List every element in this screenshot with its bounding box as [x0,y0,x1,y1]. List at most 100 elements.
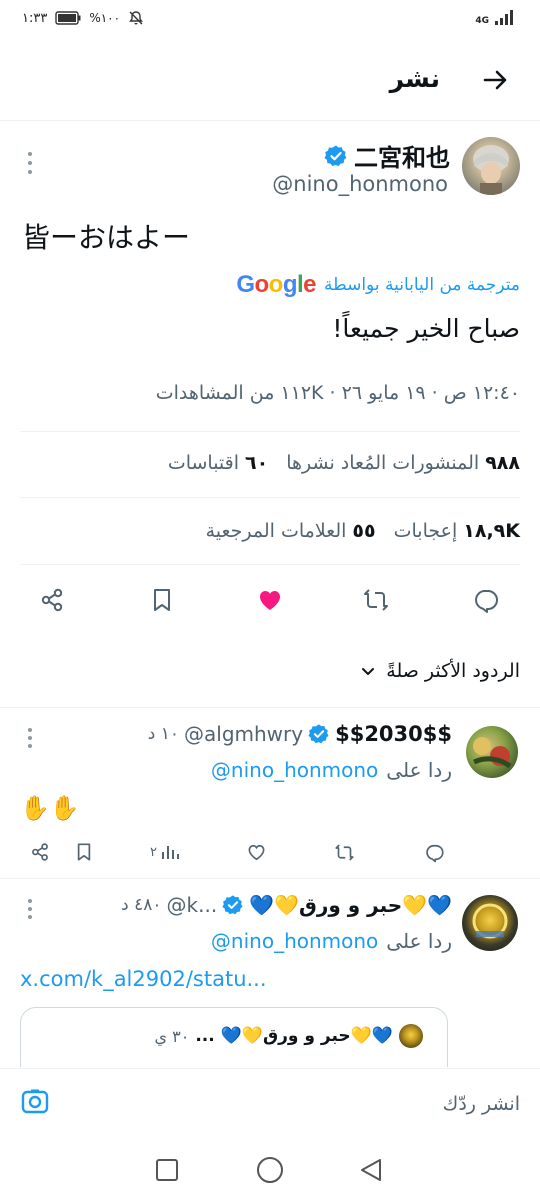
more-vertical-icon [28,728,32,748]
reply-header: $$2030$$ @algmhwry ١٠ د [148,722,452,746]
heart-icon [248,844,265,861]
reply-repost-button[interactable] [334,842,355,863]
share-icon [41,588,63,612]
repost-button[interactable] [360,584,392,616]
reply-replying-to: ردا على @nino_honmono [211,758,452,782]
camera-button[interactable] [20,1087,50,1117]
quoted-author-name: 💙💛حبر و ورق💛💙 ... [195,1026,393,1046]
verified-badge-icon [324,144,348,168]
reply-author-name[interactable]: 💙💛حبر و ورق💛💙 [249,893,452,917]
reply-author-handle[interactable]: @k... [167,893,218,917]
verified-badge-icon [308,723,330,745]
battery-percent: %١٠٠ [89,11,121,25]
chevron-down-icon [362,668,375,675]
quotes-count: ٦٠ [245,452,269,474]
reposts-count: ٩٨٨ [485,452,520,474]
bookmarks-label: العلامات المرجعية [205,520,347,542]
more-vertical-icon [28,899,32,919]
mute-icon [128,10,144,26]
like-button[interactable] [254,584,286,616]
arrow-right-icon [483,70,507,90]
recents-button[interactable] [155,1158,179,1182]
home-button[interactable] [256,1156,284,1184]
quotes-stat[interactable]: ٦٠ اقتباسات [168,452,268,474]
reply-text: ✋✋ [20,794,80,822]
translation-attribution[interactable]: مترجمة من اليابانية بواسطة Google [236,270,520,299]
comment-icon [475,590,498,613]
reply-time: ١٠ د [147,724,179,744]
status-time: ١:٣٣ [22,10,48,26]
author-handle[interactable]: @nino_honmono [272,172,448,196]
network-type: 4G [475,16,489,26]
replying-to-prefix: ردا على [386,929,452,953]
bookmark-icon [77,843,91,861]
page-title: نشر [389,64,440,93]
reply-header: 💙💛حبر و ورق💛💙 @k... ٤٨٠ د [121,893,452,917]
reply-item[interactable]: 💙💛حبر و ورق💛💙 @k... ٤٨٠ د ردا على @nino_… [0,879,540,1067]
analytics-icon [161,846,179,859]
replying-to-handle[interactable]: @nino_honmono [211,929,378,953]
reply-comment-button[interactable] [424,842,445,863]
repost-icon [335,844,354,861]
likes-count: ١٨,٩K [463,520,520,542]
back-button[interactable] [478,62,514,98]
reply-link[interactable]: x.com/k_al2902/statu... [20,967,267,991]
square-icon [156,1159,178,1181]
signal-icon [494,8,516,26]
reply-like-button[interactable] [246,842,267,863]
replying-to-prefix: ردا على [386,758,452,782]
verified-badge-icon [222,894,244,916]
reply-button[interactable] [470,584,502,616]
quotes-label: اقتباسات [167,452,240,474]
system-nav-bar [0,1138,540,1200]
heart-filled-icon [260,591,280,610]
reposts-label: المنشورات المُعاد نشرها [286,452,480,474]
reposts-stat[interactable]: ٩٨٨ المنشورات المُعاد نشرها [286,452,520,474]
status-bar: ١:٣٣ %١٠٠ 4G [0,0,540,38]
replying-to-handle[interactable]: @nino_honmono [211,758,378,782]
reply-menu-button[interactable] [24,726,36,750]
share-button[interactable] [36,584,68,616]
reply-views-count: ٢ [150,844,157,860]
bookmark-button[interactable] [146,584,178,616]
battery-icon [55,11,81,25]
reply-replying-to: ردا على @nino_honmono [211,929,452,953]
stats-row-likes: ١٨,٩K إعجابات ٥٥ العلامات المرجعية [206,520,520,542]
replies-sort-dropdown[interactable]: الردود الأكثر صلةً [360,660,520,682]
reply-author-name[interactable]: $$2030$$ [335,722,452,746]
reply-time: ٤٨٠ د [121,895,162,915]
reply-views-button[interactable]: ٢ [150,842,180,862]
quoted-avatar [399,1024,423,1048]
quoted-time: ٣٠ ي [154,1026,190,1046]
author-name[interactable]: 二宮和也 [354,138,450,173]
reply-composer-bar: انشر ردّك [0,1068,540,1138]
google-logo: Google [236,271,317,298]
more-vertical-icon [28,152,32,174]
reply-item[interactable]: $$2030$$ @algmhwry ١٠ د ردا على @nino_ho… [0,708,540,876]
reply-avatar[interactable] [466,726,518,778]
reply-avatar[interactable] [462,895,518,951]
reply-share-button[interactable] [30,842,50,862]
tweet-menu-button[interactable] [24,150,36,176]
quoted-tweet-card[interactable]: 💙💛حبر و ورق💛💙 ... ٣٠ ي [20,1007,448,1067]
author-avatar[interactable] [462,137,520,195]
likes-label: إعجابات [393,520,458,542]
author-name-row: 二宮和也 [324,138,450,173]
tweet-meta: ١٢:٤٠ ص · ١٩ مايو ٢٦ · ١١٢K من المشاهدات [155,382,520,404]
circle-icon [257,1157,283,1183]
app-header: نشر [0,40,540,120]
reply-bookmark-button[interactable] [74,842,94,862]
reply-menu-button[interactable] [24,897,36,921]
translated-text: صباح الخير جميعاً! [332,314,520,343]
bookmarks-stat[interactable]: ٥٥ العلامات المرجعية [206,520,376,542]
back-nav-button[interactable] [358,1157,384,1183]
comment-icon [426,844,444,863]
translation-prefix: مترجمة من اليابانية بواسطة [324,274,520,295]
share-icon [32,843,48,861]
repost-icon [364,589,388,611]
reply-input[interactable]: انشر ردّك [443,1093,520,1115]
triangle-back-icon [361,1159,381,1181]
quoted-header: 💙💛حبر و ورق💛💙 ... ٣٠ ي [155,1024,429,1048]
likes-stat[interactable]: ١٨,٩K إعجابات [394,520,520,542]
reply-author-handle[interactable]: @algmhwry [184,722,303,746]
